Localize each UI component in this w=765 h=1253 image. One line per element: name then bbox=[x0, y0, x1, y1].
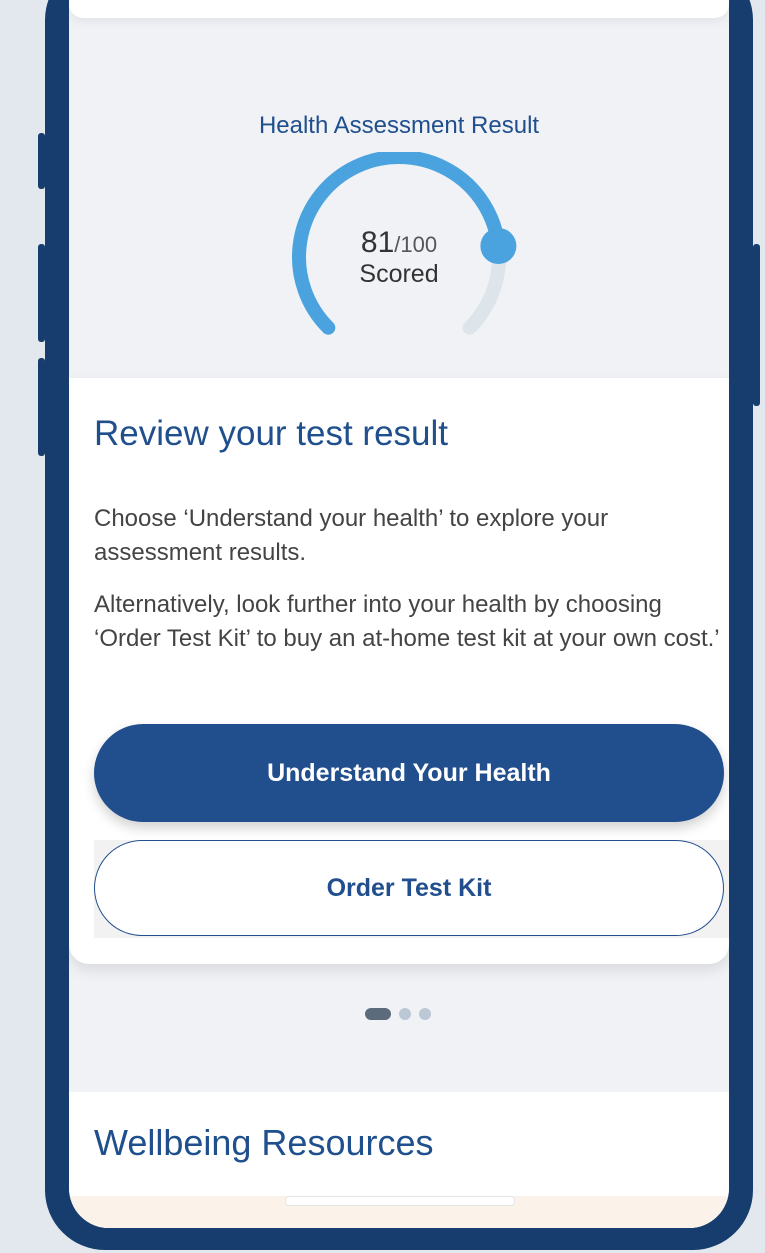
pager-dot[interactable] bbox=[365, 1008, 391, 1020]
carousel-pager bbox=[365, 1008, 431, 1020]
understand-your-health-button[interactable]: Understand Your Health bbox=[94, 724, 724, 822]
score-sublabel: Scored bbox=[359, 260, 439, 288]
score-value: 81/100 bbox=[69, 226, 729, 260]
order-test-kit-button-wrap: Order Test Kit bbox=[94, 840, 729, 938]
phone-silent-switch bbox=[38, 133, 45, 189]
pager-dot[interactable] bbox=[419, 1008, 431, 1020]
home-indicator bbox=[285, 1196, 515, 1206]
order-test-kit-button[interactable]: Order Test Kit bbox=[94, 840, 724, 936]
pager-dot[interactable] bbox=[399, 1008, 411, 1020]
score-title: Health Assessment Result bbox=[258, 112, 540, 139]
score-max: /100 bbox=[394, 232, 438, 257]
top-card-edge bbox=[69, 0, 729, 18]
review-result-card: Review your test result Choose ‘Understa… bbox=[69, 378, 729, 964]
card-paragraph-order: Alternatively, look further into your he… bbox=[94, 591, 720, 652]
phone-volume-up-button bbox=[38, 244, 45, 342]
card-title: Review your test result bbox=[94, 414, 449, 453]
wellbeing-title: Wellbeing Resources bbox=[94, 1122, 434, 1163]
health-score-section: Health Assessment Result 81/100 Scored bbox=[69, 60, 729, 378]
wellbeing-section: Wellbeing Resources bbox=[69, 1092, 729, 1228]
card-paragraph-understand: Choose ‘Understand your health’ to explo… bbox=[94, 505, 609, 566]
app-screen: Health Assessment Result 81/100 Scored R… bbox=[69, 0, 729, 1228]
phone-volume-down-button bbox=[38, 358, 45, 456]
phone-power-button bbox=[753, 244, 760, 406]
score-number: 81 bbox=[360, 226, 395, 259]
